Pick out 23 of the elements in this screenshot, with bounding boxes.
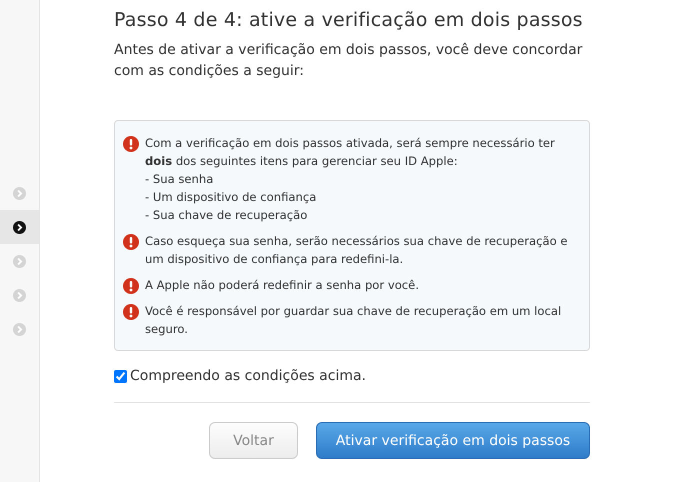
list-item: - Um dispositivo de confiança xyxy=(145,189,318,206)
condition-text: Com a verificação em dois passos ativada, será sempre necessário ter dois dos seguintes itens para gerenciar seu ID Apple: xyxy=(145,135,556,170)
condition-text: A Apple não poderá redefinir a senha por você. xyxy=(145,277,419,294)
chevron-icon xyxy=(13,186,26,200)
warning-icon xyxy=(123,136,139,152)
chevron-icon xyxy=(13,254,26,268)
chevron-icon xyxy=(13,288,26,302)
agree-label: Compreendo as condições acima. xyxy=(130,368,366,384)
warning-icon xyxy=(123,234,139,250)
activate-button[interactable]: Ativar verificação em dois passos xyxy=(316,422,590,459)
list-item: - Sua chave de recuperação xyxy=(145,207,308,224)
condition-text: Você é responsável por guardar sua chave de recuperação em um local seguro. xyxy=(145,303,562,338)
agree-checkbox[interactable] xyxy=(114,370,127,382)
list-item: - Sua senha xyxy=(145,171,214,188)
condition-text: Caso esqueça sua senha, serão necessários sua chave de recuperação e um dispositivo de confiança para redefini-la. xyxy=(145,233,569,268)
page-title: Passo 4 de 4: ative a verificação em dois passos xyxy=(114,9,584,31)
intro-text: Antes de ativar a verificação em dois passos, você deve concordar com as condições a seguir: xyxy=(114,41,584,81)
chevron-icon xyxy=(13,220,26,234)
warning-icon xyxy=(123,278,139,294)
chevron-icon xyxy=(13,322,26,336)
back-button[interactable]: Voltar xyxy=(209,422,298,459)
warning-icon xyxy=(123,304,139,320)
step-item[interactable] xyxy=(0,210,39,244)
